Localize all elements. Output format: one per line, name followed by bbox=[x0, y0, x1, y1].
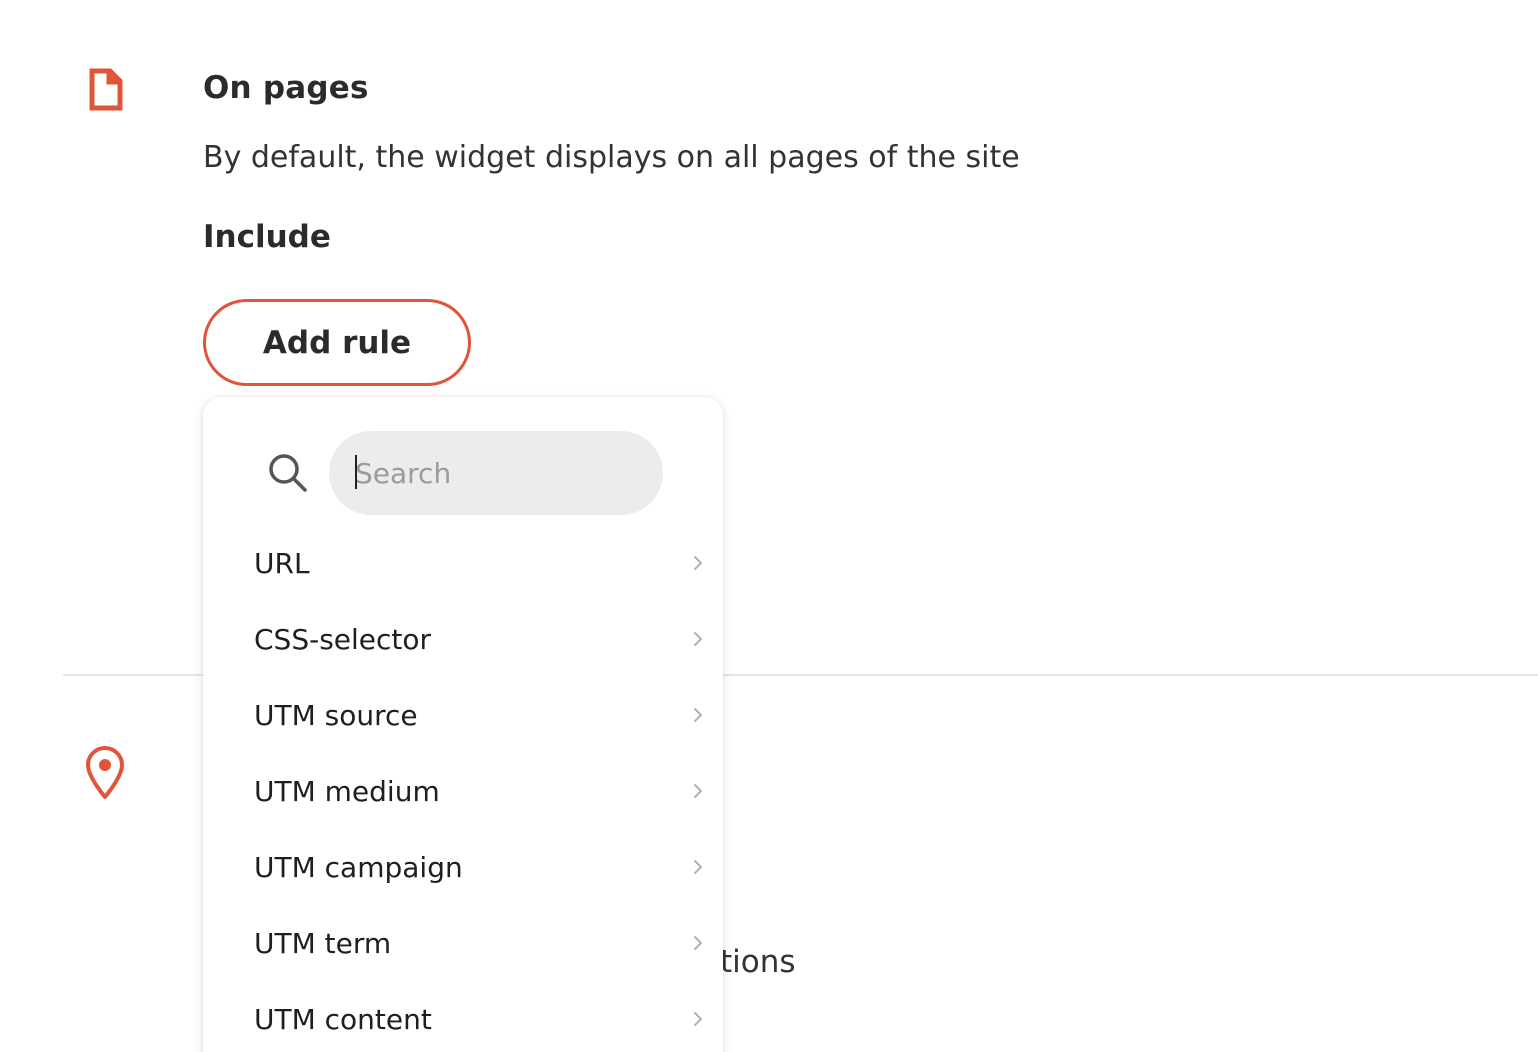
chevron-right-icon bbox=[694, 556, 702, 570]
menu-item-label: UTM campaign bbox=[254, 850, 463, 884]
chevron-right-icon bbox=[694, 1012, 702, 1026]
menu-item-utm-source[interactable]: UTM source bbox=[203, 677, 723, 753]
search-input[interactable] bbox=[329, 431, 663, 515]
chevron-right-icon bbox=[694, 936, 702, 950]
menu-item-label: UTM term bbox=[254, 926, 392, 960]
menu-item-css-selector[interactable]: CSS-selector bbox=[203, 601, 723, 677]
add-rule-dropdown: URL CSS-selector UTM source UTM medium U… bbox=[203, 397, 723, 1052]
partially-hidden-text: tions bbox=[720, 944, 796, 980]
section-description: By default, the widget displays on all p… bbox=[203, 140, 1020, 175]
menu-item-label: UTM medium bbox=[254, 774, 440, 808]
menu-item-label: UTM content bbox=[254, 1002, 432, 1036]
menu-item-label: UTM source bbox=[254, 698, 418, 732]
menu-item-utm-content[interactable]: UTM content bbox=[203, 981, 723, 1052]
text-caret bbox=[355, 455, 357, 489]
chevron-right-icon bbox=[694, 784, 702, 798]
section-title: On pages bbox=[203, 70, 369, 106]
rule-type-list: URL CSS-selector UTM source UTM medium U… bbox=[203, 525, 723, 1052]
chevron-right-icon bbox=[694, 860, 702, 874]
chevron-right-icon bbox=[694, 708, 702, 722]
page-icon bbox=[88, 68, 124, 112]
menu-item-label: CSS-selector bbox=[254, 622, 432, 656]
menu-item-label: URL bbox=[254, 546, 310, 580]
menu-item-utm-medium[interactable]: UTM medium bbox=[203, 753, 723, 829]
include-label: Include bbox=[203, 219, 331, 255]
chevron-right-icon bbox=[694, 632, 702, 646]
location-pin-icon bbox=[84, 746, 126, 800]
search-icon bbox=[267, 452, 309, 494]
menu-item-url[interactable]: URL bbox=[203, 525, 723, 601]
menu-item-utm-campaign[interactable]: UTM campaign bbox=[203, 829, 723, 905]
add-rule-button[interactable]: Add rule bbox=[203, 299, 471, 386]
menu-item-utm-term[interactable]: UTM term bbox=[203, 905, 723, 981]
